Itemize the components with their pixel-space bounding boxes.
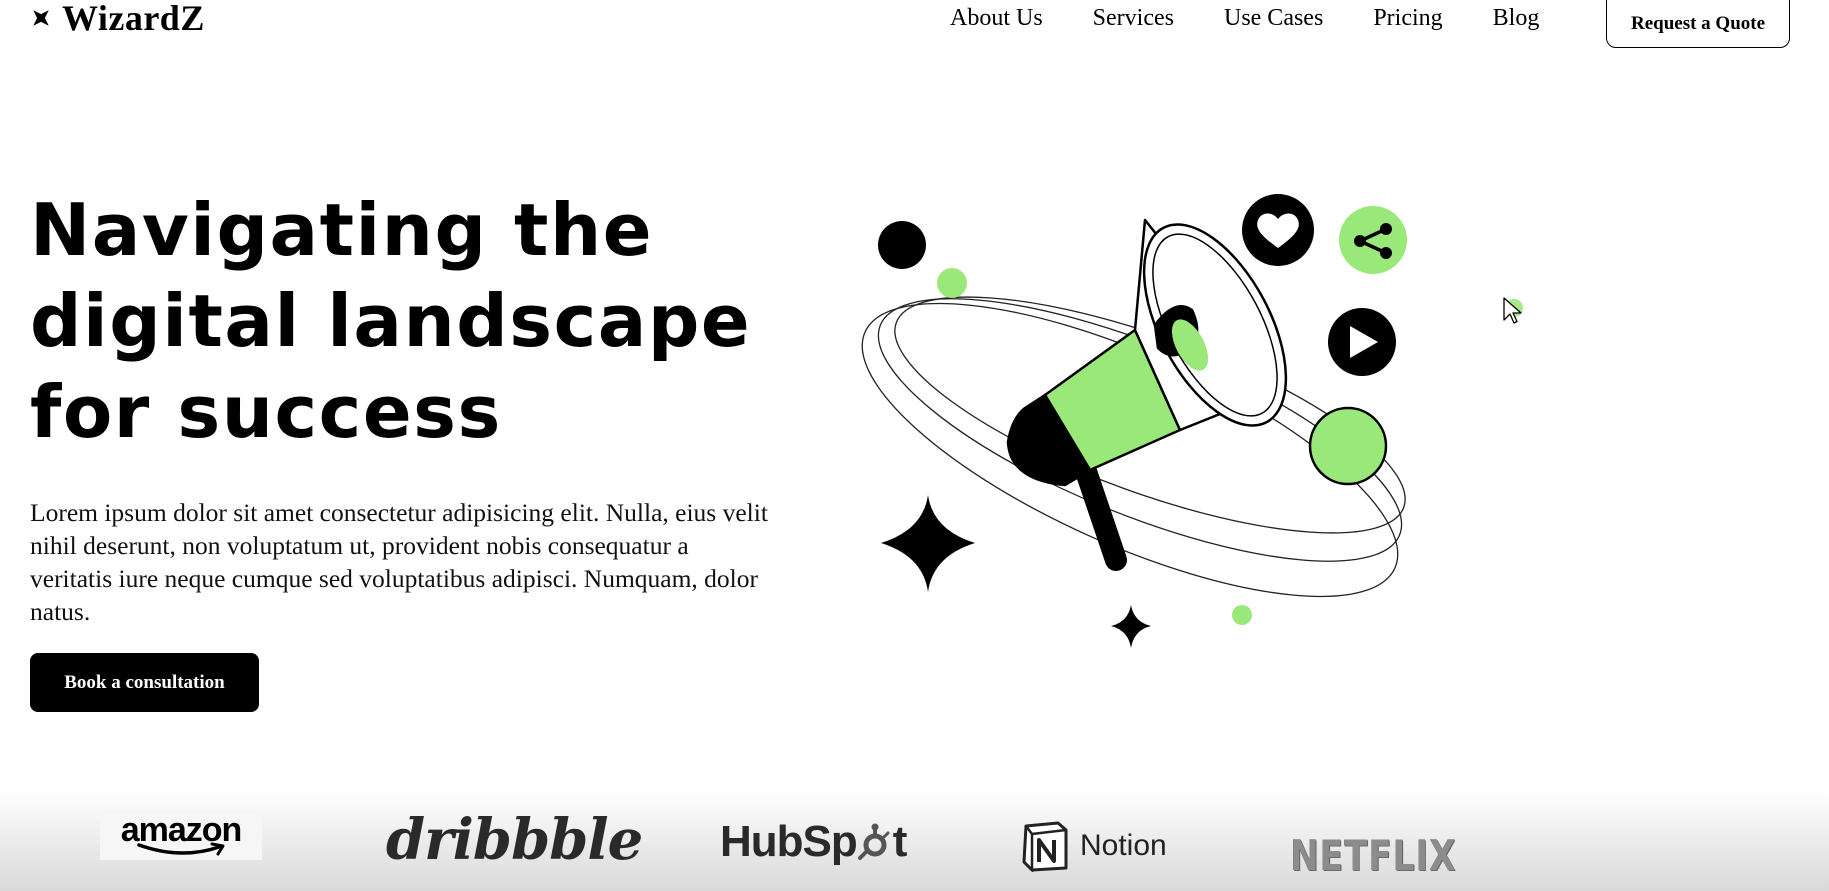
brand-strip-background [0,790,1829,891]
notion-wordmark: Notion [1080,829,1167,862]
small-star-icon [1111,605,1151,648]
share-icon [1339,206,1407,274]
amazon-smile-icon [137,842,225,856]
black-dot-decoration [878,221,926,269]
nav-pricing[interactable]: Pricing [1373,5,1442,32]
hero-title-line-3: for success [30,370,502,454]
green-dot-decoration [937,268,967,298]
green-dot-small-decoration [1232,605,1252,625]
nav-blog[interactable]: Blog [1493,5,1540,32]
hubspot-sprocket-icon [857,823,890,860]
hubspot-wordmark-right: t [892,817,908,866]
sparkle-star-icon [881,495,975,592]
logo-star-icon [33,10,49,26]
book-consultation-button[interactable]: Book a consultation [30,653,259,712]
nav-use-cases[interactable]: Use Cases [1224,5,1323,32]
heart-icon [1242,194,1314,266]
hero-title: Navigating the digital landscape for suc… [30,185,810,458]
hero-title-line-2: digital landscape [30,279,752,363]
hubspot-logo: HubSp t [720,812,908,872]
green-circle-decoration [1308,406,1388,486]
brand-logo[interactable]: WizardZ [30,0,205,36]
hubspot-wordmark-left: HubSp [720,817,858,866]
netflix-logo: NETFLIX [1290,830,1457,880]
nav-services[interactable]: Services [1093,5,1174,32]
mouse-cursor-icon [1503,297,1523,324]
dribbble-logo: dribbble [386,807,643,873]
hero-title-line-1: Navigating the [30,188,654,272]
logo-text: WizardZ [62,0,205,38]
play-icon [1328,308,1396,376]
hero-description: Lorem ipsum dolor sit amet consectetur a… [30,498,768,626]
amazon-logo: amazon [100,810,262,860]
notion-logo: Notion [1020,818,1167,874]
main-nav: About Us Services Use Cases Pricing Blog [950,0,1589,36]
notion-n-icon [1022,821,1068,872]
request-quote-button[interactable]: Request a Quote [1606,0,1790,48]
megaphone-illustration [861,194,1407,648]
nav-about-us[interactable]: About Us [950,5,1043,32]
